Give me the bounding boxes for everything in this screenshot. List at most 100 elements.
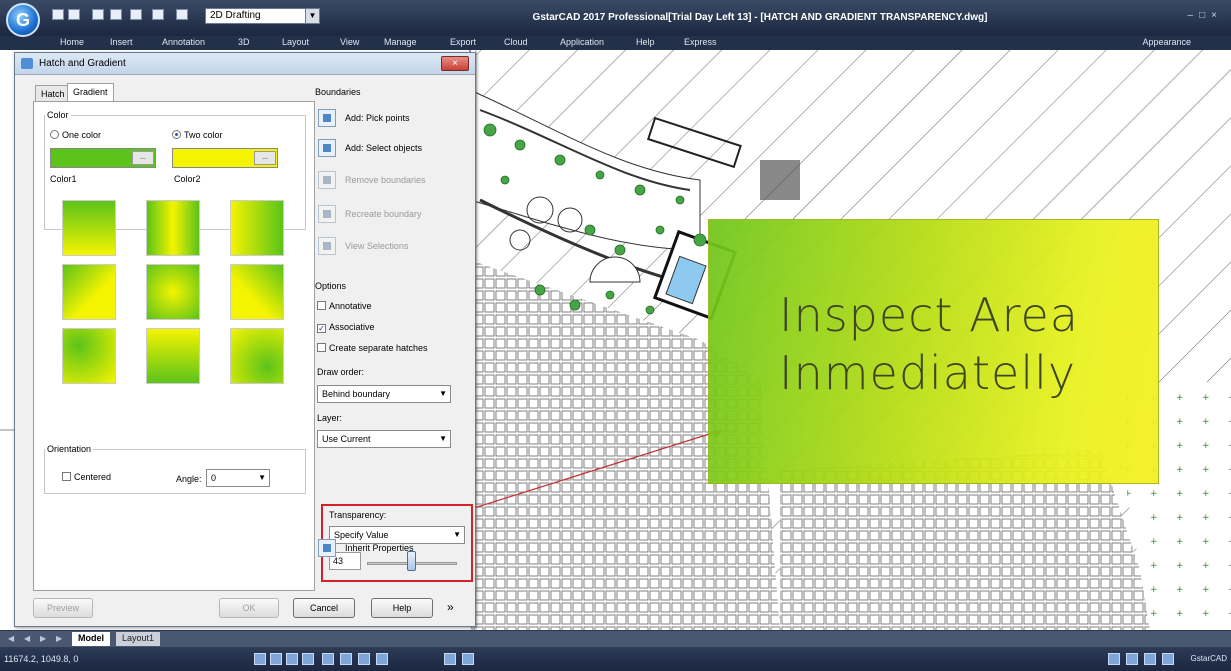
menu-view[interactable]: View (340, 37, 359, 47)
lock-icon[interactable] (1126, 653, 1138, 665)
gradient-pattern-4[interactable] (62, 264, 116, 320)
pick-points-icon[interactable] (318, 109, 336, 127)
color1-swatch[interactable]: ... (50, 148, 156, 168)
close-icon[interactable]: × (441, 56, 469, 71)
centered-checkbox-box (62, 472, 71, 481)
one-color-radio[interactable]: One color (50, 130, 101, 140)
layout-tab-bar: ◀ ◀ ▶ ▶ Model Layout1 (0, 630, 1231, 647)
transparency-label: Transparency: (329, 510, 387, 520)
inherit-properties-icon[interactable] (318, 539, 336, 557)
print-icon[interactable] (130, 9, 142, 20)
add-select-objects-button[interactable]: Add: Select objects (345, 143, 422, 153)
first-tab-arrow-icon[interactable]: ◀ (8, 634, 14, 643)
menu-annotation[interactable]: Annotation (162, 37, 205, 47)
redo-icon[interactable] (176, 9, 188, 20)
gradient-hatch-callout[interactable]: Inspect Area Inmediatelly (708, 219, 1159, 484)
status-bar: 11674.2, 1049.8, 0 GstarCAD (0, 647, 1231, 671)
color1-picker-button[interactable]: ... (132, 151, 154, 165)
fullscreen-icon[interactable] (1162, 653, 1174, 665)
lineweight-icon[interactable] (376, 653, 388, 665)
color2-swatch[interactable]: ... (172, 148, 278, 168)
gradient-tab-pane: Color One color Two color ... ... Color1… (33, 101, 315, 591)
gradient-pattern-5[interactable] (146, 264, 200, 320)
more-options-button[interactable]: » (447, 600, 454, 614)
tab-gradient[interactable]: Gradient (67, 83, 114, 103)
tab-layout1[interactable]: Layout1 (116, 632, 161, 646)
gradient-pattern-2[interactable] (146, 200, 200, 256)
dialog-title-bar[interactable]: Hatch and Gradient × (15, 53, 475, 75)
transparency-icon[interactable] (444, 653, 456, 665)
add-pick-points-button[interactable]: Add: Pick points (345, 113, 410, 123)
inherit-properties-button[interactable]: Inherit Properties (345, 543, 414, 553)
appearance-menu[interactable]: Appearance (1142, 37, 1191, 47)
menu-express[interactable]: Express (684, 37, 717, 47)
annotation-scale-icon[interactable] (462, 653, 474, 665)
menu-layout[interactable]: Layout (282, 37, 309, 47)
menu-insert[interactable]: Insert (110, 37, 133, 47)
two-color-radio[interactable]: Two color (172, 130, 223, 140)
centered-checkbox[interactable]: Centered (62, 472, 111, 482)
tab-model[interactable]: Model (72, 632, 110, 646)
dyn-icon[interactable] (358, 653, 370, 665)
window-controls[interactable]: –□× (1188, 10, 1223, 21)
polar-icon[interactable] (302, 653, 314, 665)
two-color-radio-dot (172, 130, 181, 139)
workspace-dropdown[interactable]: 2D Drafting ▼ (205, 8, 320, 24)
color2-picker-button[interactable]: ... (254, 151, 276, 165)
prev-tab-arrow-icon[interactable]: ◀ (24, 634, 30, 643)
gradient-pattern-6[interactable] (230, 264, 284, 320)
grid-icon[interactable] (270, 653, 282, 665)
menu-manage[interactable]: Manage (384, 37, 417, 47)
annotative-label: Annotative (329, 301, 372, 311)
snap-icon[interactable] (254, 653, 266, 665)
preview-button: Preview (33, 598, 93, 618)
annotative-checkbox[interactable]: Annotative (317, 301, 372, 311)
transparency-mode-value: Specify Value (334, 530, 389, 540)
associative-checkbox[interactable]: ✓ Associative (317, 322, 375, 333)
menu-help[interactable]: Help (636, 37, 655, 47)
draw-order-dropdown[interactable]: Behind boundary ▼ (317, 385, 451, 403)
gradient-pattern-3[interactable] (230, 200, 284, 256)
gradient-pattern-8[interactable] (146, 328, 200, 384)
undo-icon[interactable] (152, 9, 164, 20)
save-icon[interactable] (92, 9, 104, 20)
menu-cloud[interactable]: Cloud (504, 37, 528, 47)
layer-dropdown[interactable]: Use Current ▼ (317, 430, 451, 448)
menu-home[interactable]: Home (60, 37, 84, 47)
chevron-down-icon: ▼ (439, 434, 447, 443)
otrack-icon[interactable] (340, 653, 352, 665)
menu-application[interactable]: Application (560, 37, 604, 47)
gradient-pattern-1[interactable] (62, 200, 116, 256)
gradient-pattern-7[interactable] (62, 328, 116, 384)
chevron-down-icon: ▼ (439, 389, 447, 398)
gradient-pattern-9[interactable] (230, 328, 284, 384)
draw-order-value: Behind boundary (322, 389, 391, 399)
menu-export[interactable]: Export (450, 37, 476, 47)
workspace-switch-icon[interactable] (1108, 653, 1120, 665)
chevron-down-icon: ▼ (453, 530, 461, 539)
create-separate-checkbox-box (317, 343, 326, 352)
transparency-slider-thumb[interactable] (407, 551, 416, 571)
next-tab-arrow-icon[interactable]: ▶ (40, 634, 46, 643)
title-bar: 2D Drafting ▼ GstarCAD 2017 Professional… (0, 0, 1231, 36)
transparency-mode-dropdown[interactable]: Specify Value ▼ (329, 526, 465, 544)
create-separate-hatches-checkbox[interactable]: Create separate hatches (317, 343, 428, 353)
clean-screen-icon[interactable] (1144, 653, 1156, 665)
osnap-icon[interactable] (322, 653, 334, 665)
last-tab-arrow-icon[interactable]: ▶ (56, 634, 62, 643)
ribbon-menu-bar: Home Insert Annotation 3D Layout View Ma… (0, 36, 1231, 50)
open-folder-icon[interactable] (68, 9, 80, 20)
new-file-icon[interactable] (52, 9, 64, 20)
angle-dropdown[interactable]: 0 ▼ (206, 469, 270, 487)
save-as-icon[interactable] (110, 9, 122, 20)
cancel-button[interactable]: Cancel (293, 598, 355, 618)
app-logo-button[interactable]: G (6, 3, 40, 37)
menu-3d[interactable]: 3D (238, 37, 250, 47)
select-objects-icon[interactable] (318, 139, 336, 157)
color1-label: Color1 (50, 174, 77, 184)
help-button[interactable]: Help (371, 598, 433, 618)
color2-label: Color2 (174, 174, 201, 184)
chevron-down-icon: ▼ (258, 473, 266, 482)
recreate-boundary-button: Recreate boundary (345, 209, 422, 219)
ortho-icon[interactable] (286, 653, 298, 665)
